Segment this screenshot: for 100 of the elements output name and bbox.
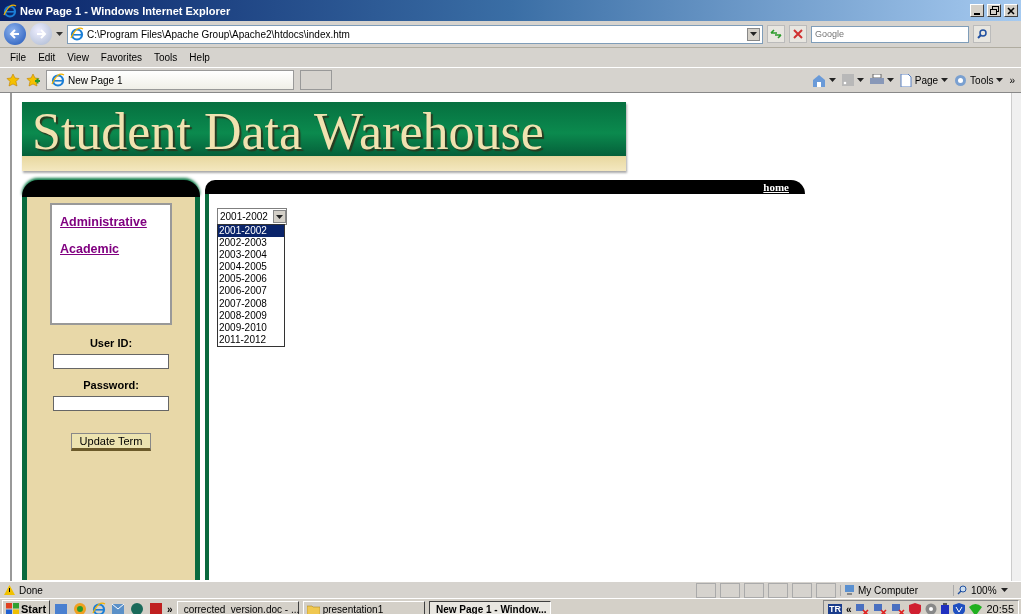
caret-icon <box>941 78 949 82</box>
x-icon <box>793 29 803 39</box>
taskbar-button[interactable]: presentation1 <box>302 600 425 614</box>
tools-menu[interactable]: Tools <box>954 73 1004 87</box>
banner: Student Data Warehouse <box>22 102 626 171</box>
dropdown-option[interactable]: 2005-2006 <box>218 273 284 286</box>
password-field[interactable] <box>53 396 169 411</box>
refresh-button[interactable] <box>767 25 785 43</box>
arrow-left-icon <box>9 28 21 40</box>
dropdown-option[interactable]: 2008-2009 <box>218 309 284 322</box>
dropdown-option[interactable]: 2006-2007 <box>218 285 284 298</box>
minimize-button[interactable] <box>970 4 984 17</box>
menu-item[interactable]: Edit <box>32 52 62 63</box>
gear-icon <box>954 73 968 87</box>
start-button[interactable]: Start <box>2 600 51 614</box>
field-label: Password: <box>83 379 139 391</box>
menu-item[interactable]: View <box>61 52 95 63</box>
tray-badge[interactable]: TR <box>827 604 842 614</box>
nav-link[interactable]: Administrative <box>60 215 147 229</box>
close-button[interactable] <box>1004 4 1018 17</box>
dropdown-option[interactable]: 2007-2008 <box>218 297 284 310</box>
dropdown-option[interactable]: 2004-2005 <box>218 261 284 274</box>
update-term-button[interactable]: Update Term <box>70 433 152 451</box>
house-icon <box>811 73 826 87</box>
caret-icon <box>828 78 836 82</box>
status-text: Done <box>19 584 44 596</box>
media-icon[interactable] <box>73 602 88 614</box>
caret-icon <box>996 78 1004 82</box>
caret-icon[interactable] <box>56 32 63 36</box>
status-pane <box>768 582 788 598</box>
search-field[interactable]: Google <box>811 25 969 43</box>
browser-icon <box>92 602 107 614</box>
field-label: User ID: <box>89 337 133 349</box>
network-disconnected-icon[interactable] <box>873 602 888 614</box>
search-button[interactable] <box>973 25 991 43</box>
taskbar-button[interactable]: corrected_version.doc - ... <box>176 600 299 614</box>
close-icon <box>1007 6 1015 15</box>
network-disconnected-icon[interactable] <box>855 602 870 614</box>
home-link[interactable]: home <box>763 181 789 193</box>
zone-text: My Computer <box>858 584 918 596</box>
dropdown-option[interactable]: 2002-2003 <box>218 237 284 250</box>
dropdown-option[interactable]: 2001-2002 <box>218 225 284 238</box>
browser-tab[interactable]: New Page 1 <box>46 70 294 90</box>
shield-icon[interactable] <box>953 602 966 614</box>
feeds-button[interactable] <box>841 74 864 86</box>
shield-icon[interactable] <box>909 602 922 614</box>
overflow-chevron[interactable]: » <box>167 603 173 614</box>
mail-icon[interactable] <box>111 602 126 614</box>
status-pane <box>744 582 764 598</box>
ie-icon <box>51 73 65 87</box>
taskbar-button[interactable]: New Page 1 - Window... <box>428 600 551 614</box>
caret-icon <box>1000 588 1008 592</box>
dropdown-option[interactable]: 2009-2010 <box>218 321 284 334</box>
print-button[interactable] <box>869 74 894 86</box>
computer-icon <box>844 584 855 596</box>
tray-expand[interactable]: « <box>845 603 852 614</box>
nav-link[interactable]: Academic <box>60 242 120 256</box>
stop-button[interactable] <box>789 25 807 43</box>
menu-item[interactable]: File <box>4 52 33 63</box>
restore-button[interactable] <box>987 4 1001 17</box>
printer-icon <box>869 74 884 86</box>
caret-icon <box>856 78 864 82</box>
page-icon <box>70 27 84 41</box>
window-title: New Page 1 - Windows Internet Explorer <box>20 4 232 17</box>
scrollbar[interactable] <box>1011 93 1021 581</box>
status-pane <box>816 582 836 598</box>
arrow-right-icon <box>35 28 47 40</box>
minimize-icon <box>974 12 980 15</box>
status-pane <box>720 582 740 598</box>
status-pane <box>792 582 812 598</box>
folder-icon <box>306 603 320 614</box>
network-disconnected-icon[interactable] <box>891 602 906 614</box>
overflow-chevron[interactable]: » <box>1009 74 1015 86</box>
caret-icon <box>276 214 283 219</box>
menu-item[interactable]: Help <box>183 52 216 63</box>
address-field[interactable]: C:\Program Files\Apache Group\Apache2\htdocs\index.htm <box>67 24 763 44</box>
windows-flag-icon <box>6 603 19 614</box>
status-pane <box>696 582 716 598</box>
page-icon <box>899 73 912 87</box>
menu-item[interactable]: Favorites <box>94 52 148 63</box>
user-id-field[interactable] <box>53 354 169 369</box>
menu-item[interactable]: Tools <box>148 52 184 63</box>
restore-icon <box>989 6 999 15</box>
search-icon <box>977 29 987 39</box>
add-favorite-icon[interactable] <box>26 73 40 87</box>
home-button[interactable] <box>811 73 836 87</box>
star-icon[interactable] <box>6 73 20 87</box>
caret-icon <box>750 32 757 36</box>
arrows-icon <box>770 29 782 39</box>
warning-icon <box>4 585 15 595</box>
back-button[interactable] <box>4 23 26 45</box>
ie-logo-icon <box>3 3 17 18</box>
zoom-icon <box>957 585 967 595</box>
page-menu[interactable]: Page <box>899 73 949 87</box>
clock: 20:55 <box>986 603 1014 614</box>
dropdown-option[interactable]: 2011-2012 <box>218 333 284 346</box>
dropdown-option[interactable]: 2003-2004 <box>218 249 284 262</box>
battery-icon[interactable] <box>941 602 950 614</box>
zoom-button[interactable]: 100% <box>957 584 1008 596</box>
caret-icon <box>886 78 894 82</box>
